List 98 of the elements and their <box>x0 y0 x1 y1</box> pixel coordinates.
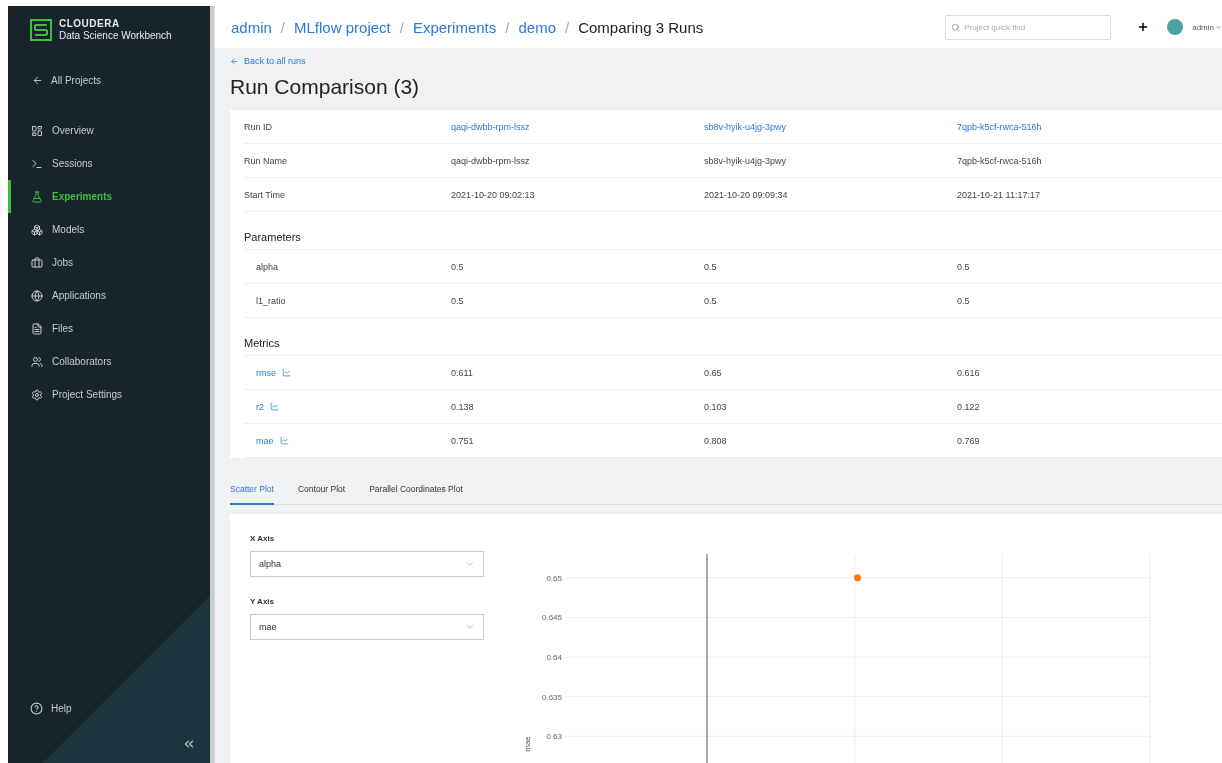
breadcrumb-link[interactable]: MLflow project <box>294 18 391 36</box>
table-cell: sb8v-hyik-u4jg-3pwy <box>704 155 787 166</box>
field-label: Y Axis <box>250 597 275 606</box>
y-tick-label: 0.65 <box>546 573 562 583</box>
nav-item[interactable]: Sessions <box>8 147 210 180</box>
back-link[interactable]: Back to all runs <box>230 56 306 66</box>
breadcrumb-link[interactable]: admin <box>231 18 272 36</box>
add-button[interactable] <box>1137 21 1150 33</box>
y-axis-select[interactable]: mae <box>250 614 484 640</box>
dashboard-icon <box>31 124 43 137</box>
y-tick-label: 0.645 <box>541 613 562 623</box>
row-label: Start Time <box>244 189 285 200</box>
table-cell: 0.5 <box>451 295 464 306</box>
globe-icon <box>31 289 43 302</box>
chevron-down-icon <box>465 559 475 569</box>
section-title: Parameters <box>244 231 301 243</box>
parameter-name: alpha <box>255 261 279 272</box>
arrow-left-icon <box>32 75 43 86</box>
metric-link[interactable]: r2 <box>244 401 279 412</box>
breadcrumb-separator: / <box>505 18 510 36</box>
section-title: Metrics <box>244 337 280 349</box>
breadcrumb-separator: / <box>399 18 404 36</box>
user-menu[interactable]: admin <box>1192 22 1222 32</box>
document-icon <box>31 322 43 335</box>
caret-icon <box>1215 23 1222 31</box>
row-label: Run ID <box>244 121 272 132</box>
tab[interactable]: Scatter Plot <box>230 480 274 505</box>
page-title: Run Comparison (3) <box>230 75 420 99</box>
data-point <box>854 574 861 582</box>
nav-item[interactable]: Experiments <box>8 180 210 213</box>
tab[interactable]: Parallel Coordinates Plot <box>369 480 463 505</box>
nav-item[interactable]: Models <box>8 213 210 246</box>
breadcrumb-current: Comparing 3 Runs <box>578 18 704 36</box>
line-chart-icon <box>279 436 289 445</box>
table-cell: 0.611 <box>451 367 473 378</box>
terminal-icon <box>31 157 43 170</box>
field-label: X Axis <box>250 534 276 543</box>
table-cell: 2021-10-20 09:09:34 <box>704 189 788 200</box>
breadcrumb-separator: / <box>565 18 570 36</box>
table-cell: 0.616 <box>957 367 980 378</box>
settings-icon <box>31 388 43 401</box>
x-axis-select[interactable]: alpha <box>250 551 484 577</box>
chevron-down-icon <box>465 622 475 632</box>
table-cell: 0.5 <box>704 295 717 306</box>
run-id-link[interactable]: sb8v-hyik-u4jg-3pwy <box>704 121 787 132</box>
nav-item[interactable]: Project Settings <box>8 378 210 411</box>
table-cell: 0.5 <box>451 261 464 272</box>
breadcrumb-link[interactable]: Experiments <box>412 18 497 36</box>
line-chart-icon <box>282 368 291 377</box>
table-cell: 2021-10-21 11:17:17 <box>957 189 1040 200</box>
y-tick-label: 0.63 <box>546 732 562 742</box>
run-id-link[interactable]: qaqi-dwbb-rpm-lssz <box>451 121 530 132</box>
table-cell: 0.122 <box>957 401 980 412</box>
y-axis-title: mae <box>523 736 532 752</box>
nav-item[interactable]: Applications <box>8 279 210 312</box>
all-projects-link[interactable]: All Projects <box>32 75 210 86</box>
tab[interactable]: Contour Plot <box>297 480 346 505</box>
table-cell: 0.808 <box>704 435 727 446</box>
nav-item[interactable]: Files <box>8 312 210 345</box>
double-chevron-icon <box>182 737 196 751</box>
help-link[interactable]: Help <box>30 702 210 715</box>
table-cell: 0.5 <box>704 261 717 272</box>
line-chart-icon <box>270 402 279 411</box>
table-cell: 0.769 <box>957 435 980 446</box>
avatar <box>1167 19 1184 35</box>
nav-item[interactable]: Overview <box>8 114 210 147</box>
flask-icon <box>31 190 43 203</box>
table-cell: 0.5 <box>957 295 970 306</box>
search-field[interactable]: Project quick find <box>945 14 1112 40</box>
briefcase-icon <box>31 256 43 269</box>
nav-item[interactable]: Jobs <box>8 246 210 279</box>
table-cell: 7qpb-k5cf-rwca-516h <box>957 155 1042 166</box>
nav-item[interactable]: Collaborators <box>8 345 210 378</box>
search-icon <box>951 22 961 32</box>
people-icon <box>31 355 43 368</box>
table-cell: 2021-10-20 09:02:13 <box>451 189 535 200</box>
table-cell: 0.65 <box>704 367 722 378</box>
row-label: Run Name <box>244 155 288 166</box>
table-cell: 0.751 <box>451 435 474 446</box>
run-id-link[interactable]: 7qpb-k5cf-rwca-516h <box>957 121 1042 132</box>
table-cell: qaqi-dwbb-rpm-lssz <box>451 155 530 166</box>
breadcrumb-link[interactable]: demo <box>518 18 556 36</box>
product-name: Data Science Workbench <box>59 30 172 42</box>
help-icon <box>30 702 43 715</box>
metric-link[interactable]: rmse <box>244 367 291 378</box>
y-tick-label: 0.64 <box>546 653 562 662</box>
parameter-name: l1_ratio <box>255 295 286 306</box>
logo-icon <box>30 19 52 41</box>
table-cell: 0.5 <box>957 261 970 272</box>
breadcrumb-separator: / <box>280 18 286 36</box>
metric-link[interactable]: mae <box>244 435 289 446</box>
brand-name: CLOUDERA <box>59 18 121 30</box>
arrow-left-icon <box>230 56 239 66</box>
boxes-icon <box>31 223 43 236</box>
table-cell: 0.138 <box>451 401 474 412</box>
collapse-button[interactable] <box>182 737 196 751</box>
y-tick-label: 0.635 <box>541 692 562 702</box>
table-cell: 0.103 <box>704 401 727 412</box>
